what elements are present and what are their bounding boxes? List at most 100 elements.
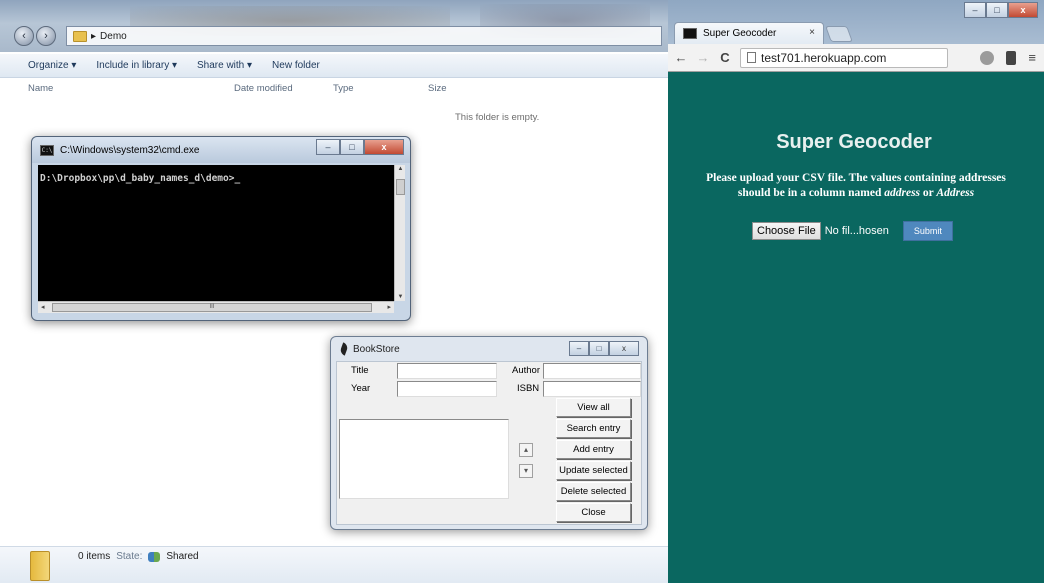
minimize-button[interactable]: – [316,139,340,155]
title-input[interactable] [397,363,497,379]
scroll-right-icon[interactable]: ▸ [387,303,391,311]
explorer-toolbar: Organize ▾ Include in library ▾ Share wi… [0,54,670,78]
view-all-button[interactable]: View all [556,398,631,417]
close-button[interactable]: x [364,139,404,155]
instruction-emphasis: Address [936,187,975,199]
favicon-icon [683,28,697,39]
browser-window: – □ x Super Geocoder × ← → C test701.her… [668,0,1044,583]
forward-arrow-icon[interactable]: → [696,50,710,65]
cmd-horizontal-scrollbar[interactable]: ◂ III ▸ [38,301,394,313]
extension-icon[interactable] [980,50,995,65]
tab-title: Super Geocoder [703,28,777,39]
explorer-address-bar[interactable]: ▸ Demo [66,26,662,46]
web-page: Super Geocoder Please upload your CSV fi… [668,73,1044,583]
organize-menu[interactable]: Organize ▾ [28,60,76,71]
forward-button[interactable]: › [36,26,56,46]
isbn-input[interactable] [543,381,641,397]
scroll-down-icon[interactable]: ▾ [519,464,533,478]
cmd-titlebar[interactable]: C:\ C:\Windows\system32\cmd.exe – □ x [32,137,410,163]
shared-icon [148,551,161,562]
explorer-nav-buttons: ‹ › [14,26,56,46]
close-button[interactable]: x [609,341,639,356]
title-label: Title [351,365,369,376]
cmd-vertical-scrollbar[interactable]: ▲ ▼ [394,165,405,301]
folder-icon [30,551,50,581]
browser-toolbar: ← → C test701.herokuapp.com ≡ [668,44,1044,72]
instruction-line-2: should be in a column named address or A… [674,186,1038,201]
choose-file-button[interactable]: Choose File [752,222,821,240]
explorer-titlebar: ‹ › ▸ Demo [0,0,670,52]
cmd-prompt: D:\Dropbox\pp\d_baby_names_d\demo>_ [40,173,241,184]
bookstore-title: BookStore [353,343,400,355]
status-text: 0 items State: Shared [78,551,199,562]
cmd-window-controls: – □ x [316,139,404,155]
instruction-text: or [920,187,937,199]
instruction-emphasis: address [884,187,921,199]
update-selected-button[interactable]: Update selected [556,461,631,480]
explorer-status-bar: 0 items State: Shared [0,546,670,583]
maximize-button[interactable]: □ [986,2,1008,18]
author-input[interactable] [543,363,641,379]
browser-extension-icons: ≡ [980,50,1036,65]
browser-frame: – □ x Super Geocoder × ← → C test701.her… [668,0,1044,72]
browser-window-controls: – □ x [964,2,1038,18]
add-entry-button[interactable]: Add entry [556,440,631,459]
isbn-label: ISBN [517,383,540,394]
year-input[interactable] [397,381,497,397]
instruction-text: should be in a column named [737,187,885,199]
page-icon [747,52,756,63]
include-in-library-menu[interactable]: Include in library ▾ [96,60,177,71]
tab-close-icon[interactable]: × [809,27,815,38]
bookstore-titlebar[interactable]: BookStore – □ x [331,337,647,361]
new-folder-button[interactable]: New folder [272,60,320,71]
scrollbar-thumb[interactable]: III [52,303,372,312]
breadcrumb[interactable]: Demo [100,31,127,42]
books-listbox[interactable] [339,419,509,499]
cmd-window: C:\ C:\Windows\system32\cmd.exe – □ x D:… [31,136,411,321]
scroll-left-icon[interactable]: ◂ [41,303,45,311]
column-name[interactable]: Name [28,83,53,94]
scroll-up-icon[interactable]: ▴ [519,443,533,457]
scroll-down-icon[interactable]: ▼ [395,294,406,300]
back-button[interactable]: ‹ [14,26,34,46]
empty-folder-message: This folder is empty. [455,112,540,123]
back-arrow-icon[interactable]: ← [674,50,688,65]
close-app-button[interactable]: Close [556,503,631,522]
delete-selected-button[interactable]: Delete selected [556,482,631,501]
submit-button[interactable]: Submit [902,221,953,241]
bookstore-window: BookStore – □ x Title Author Year ISBN ▴… [330,336,648,530]
feather-icon [339,342,349,356]
column-size[interactable]: Size [428,83,446,94]
maximize-button[interactable]: □ [589,341,609,356]
menu-icon[interactable]: ≡ [1028,50,1036,65]
column-headers: Name Date modified Type Size [0,80,670,98]
year-label: Year [351,383,371,394]
breadcrumb-arrow-icon: ▸ [91,30,97,42]
bookstore-form: Title Author Year ISBN ▴ ▾ View all Sear… [336,361,642,525]
url-text: test701.herokuapp.com [761,50,887,65]
scrollbar-thumb[interactable] [396,179,405,195]
search-entry-button[interactable]: Search entry [556,419,631,438]
upload-form: Choose File No fil...hosen Submit [752,221,953,241]
cmd-title: C:\Windows\system32\cmd.exe [60,144,200,156]
item-count: 0 items [78,551,111,562]
browser-tab[interactable]: Super Geocoder × [674,22,824,44]
scroll-up-icon[interactable]: ▲ [395,166,406,172]
cmd-console[interactable]: D:\Dropbox\pp\d_baby_names_d\demo>_ [38,165,394,301]
column-type[interactable]: Type [333,83,354,94]
minimize-button[interactable]: – [964,2,986,18]
column-date-modified[interactable]: Date modified [234,83,293,94]
maximize-button[interactable]: □ [340,139,364,155]
url-bar[interactable]: test701.herokuapp.com [740,47,948,68]
bookstore-window-controls: – □ x [569,341,639,356]
reload-icon[interactable]: C [718,50,732,65]
minimize-button[interactable]: – [569,341,589,356]
folder-icon [73,30,87,42]
hand-extension-icon[interactable] [1006,50,1017,65]
share-with-menu[interactable]: Share with ▾ [197,60,252,71]
state-label: State: [116,551,143,562]
author-label: Author [512,365,540,376]
close-button[interactable]: x [1008,2,1038,18]
new-tab-button[interactable] [825,26,853,42]
file-status-text: No fil...hosen [824,225,889,237]
